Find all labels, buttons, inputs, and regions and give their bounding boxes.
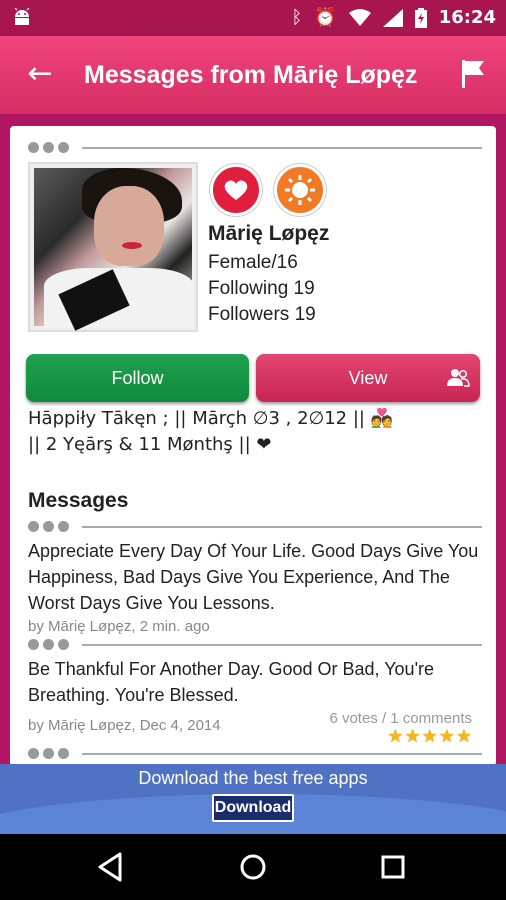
status-line-2: || 2 Yęārş & 11 Mønthş || ❤ [28,434,272,455]
clock: 16:24 [438,7,496,28]
message-meta: by Mārię Løpęz, 2 min. ago [28,618,210,635]
star-icon: ★ [438,726,455,747]
divider [28,637,482,651]
profile-following: Following 19 [208,278,315,299]
view-button[interactable]: View [256,354,480,402]
divider [28,746,482,760]
page-title: Messages from Mārię Løpęz [84,61,418,89]
avatar[interactable] [28,162,198,332]
follow-button-label: Follow [111,367,164,388]
profile-card[interactable]: Mārię Løpęz Female/16 Following 19 Follo… [10,126,496,766]
divider [28,519,482,533]
message-text[interactable]: Be Thankful For Another Day. Good Or Bad… [28,656,486,708]
profile-name: Mārię Løpęz [208,222,330,245]
heart-badge-icon [210,164,262,216]
view-button-label: View [348,367,388,388]
message-meta: by Mārię Løpęz, Dec 4, 2014 [28,717,221,734]
status-bar: ᛒ ⏰ 16:24 [0,0,506,36]
signal-icon [382,9,403,27]
back-arrow-icon[interactable]: ← [22,56,58,92]
android-icon [14,8,30,25]
ad-text: Download the best free apps [138,768,368,788]
download-button[interactable]: Download [212,794,294,822]
star-icon: ★ [421,726,438,747]
messages-heading: Messages [28,489,129,512]
app-bar: ← Messages from Mārię Løpęz [0,36,506,114]
message-votes: 6 votes / 1 comments [329,710,472,727]
recents-square-icon[interactable] [376,850,410,884]
alarm-icon: ⏰ [314,7,337,28]
profile-photo [34,168,194,331]
divider [28,140,482,154]
star-icon: ★ [387,726,404,747]
flag-icon[interactable] [458,58,488,90]
star-rating: ★ ★ ★ ★ ★ [387,726,472,747]
battery-icon [414,8,427,28]
profile-followers: Followers 19 [208,304,316,325]
wifi-icon [348,9,371,26]
navigation-bar [0,834,506,900]
sun-badge-icon [274,164,326,216]
star-icon: ★ [404,726,421,747]
people-icon [447,369,470,387]
status-line-1: Hāppiły Tākęn ; || Mārçh ∅3 , 2∅12 || 💑 [28,408,394,429]
bluetooth-icon: ᛒ [291,7,303,28]
ad-banner[interactable]: Download the best free apps Download [0,764,506,834]
profile-gender-age: Female/16 [208,252,298,273]
profile-status: Hāppiły Tākęn ; || Mārçh ∅3 , 2∅12 || 💑 … [28,406,488,458]
back-triangle-icon[interactable] [94,850,128,884]
message-text[interactable]: Appreciate Every Day Of Your Life. Good … [28,538,486,616]
star-icon: ★ [455,726,472,747]
home-circle-icon[interactable] [236,850,270,884]
follow-button[interactable]: Follow [26,354,249,402]
